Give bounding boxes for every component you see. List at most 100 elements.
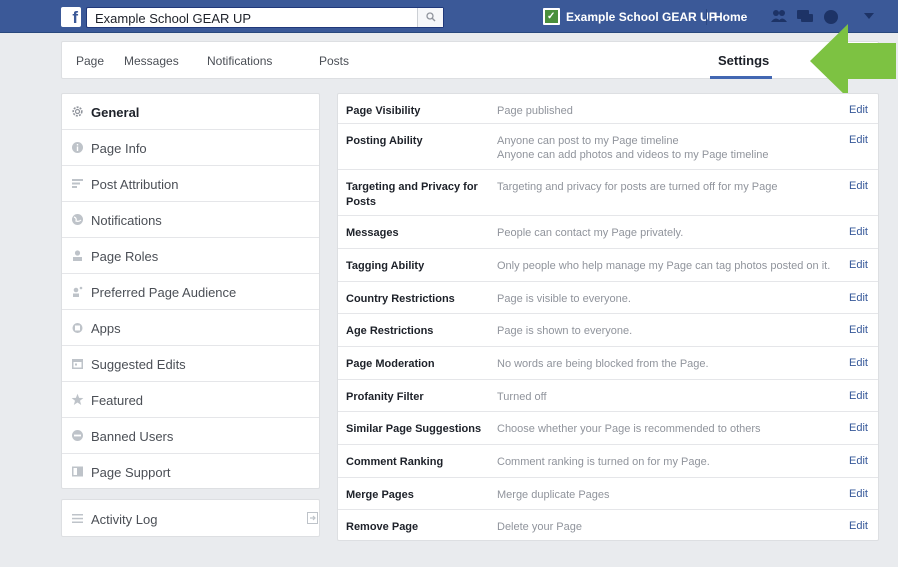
setting-description: Page is shown to everyone.	[497, 325, 633, 337]
sidebar-item-label: Page Support	[91, 465, 171, 480]
callout-arrow	[810, 24, 896, 98]
setting-description: Only people who help manage my Page can …	[497, 260, 831, 272]
sidebar-item-page-support[interactable]: Page Support	[62, 454, 319, 490]
settings-sidebar: General Page Info Post Attribution Notif…	[61, 93, 320, 489]
sidebar-item-label: Page Roles	[91, 249, 159, 264]
search-icon	[426, 12, 436, 22]
setting-label: Tagging Ability	[346, 260, 425, 272]
info-icon	[72, 142, 83, 153]
settings-row-posting-ability[interactable]: Posting Ability Anyone can post to my Pa…	[338, 124, 878, 170]
setting-description: Page is visible to everyone.	[497, 293, 631, 305]
tab-posts[interactable]: Posts	[319, 54, 349, 68]
edit-link[interactable]: Edit	[849, 455, 868, 467]
setting-description: Turned off	[497, 391, 547, 403]
settings-row-similar-page-suggestions[interactable]: Similar Page Suggestions Choose whether …	[338, 412, 878, 445]
settings-row-targeting-privacy[interactable]: Targeting and Privacy for Posts Targetin…	[338, 170, 878, 216]
settings-row-tagging-ability[interactable]: Tagging Ability Only people who help man…	[338, 249, 878, 282]
sidebar-item-label: General	[91, 105, 140, 120]
edit-link[interactable]: Edit	[849, 180, 868, 192]
friend-requests-icon[interactable]	[770, 8, 788, 25]
divider	[706, 9, 707, 25]
edit-link[interactable]: Edit	[849, 292, 868, 304]
settings-row-profanity-filter[interactable]: Profanity Filter Turned off Edit	[338, 380, 878, 412]
sidebar-item-preferred-page-audience[interactable]: Preferred Page Audience	[62, 274, 319, 310]
edit-link[interactable]: Edit	[849, 390, 868, 402]
sidebar-item-notifications[interactable]: Notifications	[62, 202, 319, 238]
setting-label: Age Restrictions	[346, 325, 434, 337]
sidebar-item-page-info[interactable]: Page Info	[62, 130, 319, 166]
sidebar-item-post-attribution[interactable]: Post Attribution	[62, 166, 319, 202]
page-avatar[interactable]: ✓	[543, 8, 560, 25]
top-page-name-link[interactable]: Example School GEAR UP	[566, 10, 717, 24]
sidebar-item-apps[interactable]: Apps	[62, 310, 319, 346]
setting-label: Merge Pages	[346, 489, 414, 501]
support-icon	[72, 466, 83, 477]
settings-row-remove-page[interactable]: Remove Page Delete your Page Edit	[338, 510, 878, 540]
edit-link[interactable]: Edit	[849, 104, 868, 116]
sidebar-item-label: Post Attribution	[91, 177, 179, 192]
tab-notifications[interactable]: Notifications	[207, 54, 272, 68]
ban-icon	[72, 430, 83, 441]
setting-label: Page Moderation	[346, 358, 435, 370]
edit-link[interactable]: Edit	[849, 259, 868, 271]
setting-description: Merge duplicate Pages	[497, 489, 610, 501]
audience-icon	[73, 286, 83, 297]
sidebar-item-label: Banned Users	[91, 429, 174, 444]
edit-link[interactable]: Edit	[849, 520, 868, 532]
settings-row-page-moderation[interactable]: Page Moderation No words are being block…	[338, 347, 878, 380]
settings-row-country-restrictions[interactable]: Country Restrictions Page is visible to …	[338, 282, 878, 314]
tab-settings[interactable]: Settings	[718, 53, 769, 68]
edit-link[interactable]: Edit	[849, 226, 868, 238]
setting-description: Anyone can post to my Page timeline Anyon…	[497, 135, 769, 161]
setting-label: Posting Ability	[346, 135, 423, 147]
setting-description: Comment ranking is turned on for my Page…	[497, 456, 710, 468]
apps-icon	[72, 323, 83, 333]
edit-link[interactable]: Edit	[849, 134, 868, 146]
active-tab-indicator	[710, 76, 772, 79]
setting-description: Page published	[497, 105, 573, 117]
chevron-down-icon[interactable]	[864, 13, 874, 19]
settings-row-comment-ranking[interactable]: Comment Ranking Comment ranking is turne…	[338, 445, 878, 478]
edit-link[interactable]: Edit	[849, 488, 868, 500]
facebook-logo[interactable]: f	[61, 7, 81, 27]
settings-panel: Page Visibility Page published Edit Post…	[337, 93, 879, 541]
sidebar-item-suggested-edits[interactable]: Suggested Edits	[62, 346, 319, 382]
gear-icon	[72, 106, 83, 117]
person-icon	[73, 250, 82, 261]
settings-row-merge-pages[interactable]: Merge Pages Merge duplicate Pages Edit	[338, 478, 878, 510]
setting-description: Targeting and privacy for posts are turn…	[497, 181, 778, 193]
settings-row-age-restrictions[interactable]: Age Restrictions Page is shown to everyo…	[338, 314, 878, 347]
sidebar-item-banned-users[interactable]: Banned Users	[62, 418, 319, 454]
sidebar-item-featured[interactable]: Featured	[62, 382, 319, 418]
tab-messages[interactable]: Messages	[124, 54, 179, 68]
list-icon	[72, 514, 83, 523]
sidebar-item-label: Suggested Edits	[91, 357, 186, 372]
setting-label: Remove Page	[346, 521, 419, 533]
sidebar-item-label: Featured	[91, 393, 144, 408]
sidebar-item-label: Notifications	[91, 213, 162, 228]
top-bar: f Example School GEAR UP ✓ Example Schoo…	[0, 0, 898, 33]
search-input[interactable]: Example School GEAR UP	[95, 11, 251, 26]
setting-description: Choose whether your Page is recommended …	[497, 423, 761, 435]
search-box[interactable]: Example School GEAR UP	[86, 7, 444, 28]
edit-link[interactable]: Edit	[849, 357, 868, 369]
page-subnav: Page Messages Notifications Posts Settin…	[61, 41, 879, 79]
edit-link[interactable]: Edit	[849, 422, 868, 434]
setting-description: People can contact my Page privately.	[497, 227, 684, 239]
settings-row-page-visibility[interactable]: Page Visibility Page published Edit	[338, 94, 878, 124]
setting-label: Profanity Filter	[346, 391, 424, 403]
home-link[interactable]: Home	[714, 10, 747, 24]
activity-log-link[interactable]: Activity Log	[61, 499, 320, 537]
sidebar-item-label: Page Info	[91, 141, 147, 156]
setting-label: Comment Ranking	[346, 456, 444, 468]
sidebar-item-page-roles[interactable]: Page Roles	[62, 238, 319, 274]
globe-icon	[72, 214, 83, 225]
setting-label: Targeting and Privacy for Posts	[346, 181, 478, 208]
setting-label: Page Visibility	[346, 105, 421, 117]
edit-link[interactable]: Edit	[849, 324, 868, 336]
export-icon	[307, 512, 318, 524]
settings-row-messages[interactable]: Messages People can contact my Page priv…	[338, 216, 878, 249]
tab-page[interactable]: Page	[76, 54, 104, 68]
sidebar-item-general[interactable]: General	[62, 94, 319, 130]
search-button[interactable]	[417, 8, 443, 27]
